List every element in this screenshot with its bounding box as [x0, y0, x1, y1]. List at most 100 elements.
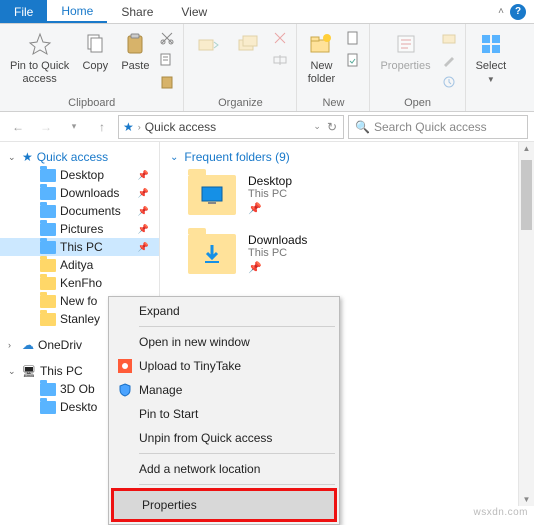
history-icon	[439, 72, 459, 92]
frequent-folder-desktop[interactable]: DesktopThis PC📌	[188, 174, 524, 215]
folder-thumb-icon	[188, 175, 236, 215]
nav-item-quick-access-root[interactable]: ⌄★Quick access	[0, 148, 159, 166]
chevron-right-icon: ›	[138, 122, 141, 132]
help-icon[interactable]: ?	[510, 4, 526, 20]
chevron-down-icon[interactable]: ⌄	[313, 121, 321, 132]
nav-up-button[interactable]: ↑	[90, 115, 114, 139]
new-folder-button[interactable]: New folder	[303, 28, 339, 88]
cloud-icon: ☁	[22, 338, 34, 352]
nav-recent-button[interactable]: ▾	[62, 115, 86, 139]
context-menu-label: Upload to TinyTake	[139, 359, 241, 373]
nav-item-label: KenFho	[60, 276, 102, 290]
pin-to-quick-access-button[interactable]: Pin to Quick access	[6, 28, 73, 88]
address-bar-row: ← → ▾ ↑ ★ › Quick access ⌄ ↻ 🔍 Search Qu…	[0, 112, 534, 142]
edit-icon	[439, 50, 459, 70]
pin-icon: 📌	[248, 202, 292, 215]
quick-access-star-icon: ★	[123, 120, 134, 134]
context-menu-separator	[139, 453, 335, 454]
context-menu-label: Open in new window	[139, 335, 250, 349]
tinytake-icon	[117, 358, 133, 374]
nav-item-label: 3D Ob	[60, 382, 95, 396]
scrollbar-thumb[interactable]	[521, 160, 532, 230]
delete-icon	[270, 28, 290, 48]
address-bar[interactable]: ★ › Quick access ⌄ ↻	[118, 115, 344, 139]
context-menu-separator	[139, 484, 335, 485]
move-to-icon	[194, 30, 222, 58]
vertical-scrollbar[interactable]: ▲ ▼	[518, 142, 534, 506]
expander-icon[interactable]: ›	[8, 340, 18, 350]
cut-icon[interactable]	[157, 28, 177, 48]
ribbon-group-clipboard: Pin to Quick access Copy Paste Clipboard	[0, 24, 184, 111]
nav-item-label: Deskto	[60, 400, 97, 414]
context-menu-pin-to-start[interactable]: Pin to Start	[111, 402, 337, 426]
context-menu-expand[interactable]: Expand	[111, 299, 337, 323]
expander-icon[interactable]: ⌄	[8, 366, 18, 377]
pin-icon	[26, 30, 54, 58]
folder-icon	[40, 277, 56, 290]
search-input[interactable]: 🔍 Search Quick access	[348, 115, 528, 139]
new-item-icon[interactable]	[343, 28, 363, 48]
collapse-ribbon-button[interactable]: ˄	[498, 6, 504, 17]
file-tab[interactable]: File	[0, 0, 47, 23]
folder-icon	[40, 295, 56, 308]
properties-button: Properties	[376, 28, 434, 75]
copy-button[interactable]: Copy	[77, 28, 113, 75]
nav-item-aditya[interactable]: Aditya	[0, 256, 159, 274]
new-folder-icon	[307, 30, 335, 58]
select-button[interactable]: Select ▼	[472, 28, 511, 86]
context-menu-properties[interactable]: Properties	[114, 491, 334, 519]
ribbon-group-select: Select ▼	[466, 24, 517, 111]
tab-home[interactable]: Home	[47, 0, 107, 23]
ribbon-group-new: New folder New	[297, 24, 370, 111]
ribbon-group-organize: Organize	[184, 24, 297, 111]
easy-access-icon[interactable]	[343, 50, 363, 70]
nav-item-pictures[interactable]: Pictures📌	[0, 220, 159, 238]
context-menu-manage[interactable]: Manage	[111, 378, 337, 402]
nav-item-kenfho[interactable]: KenFho	[0, 274, 159, 292]
select-icon	[477, 30, 505, 58]
copy-path-icon[interactable]	[157, 50, 177, 70]
nav-back-button[interactable]: ←	[6, 115, 30, 139]
pin-icon: 📌	[248, 261, 307, 274]
nav-item-documents[interactable]: Documents📌	[0, 202, 159, 220]
frequent-folder-downloads[interactable]: DownloadsThis PC📌	[188, 233, 524, 274]
tab-view[interactable]: View	[167, 0, 221, 23]
nav-item-this-pc-qa[interactable]: This PC📌	[0, 238, 159, 256]
rename-icon	[270, 50, 290, 70]
folder-icon	[40, 223, 56, 236]
chevron-down-icon: ⌄	[170, 152, 178, 163]
nav-item-label: This PC	[40, 364, 83, 378]
folder-icon	[40, 169, 56, 182]
pc-icon: 🖥	[22, 365, 36, 378]
search-icon: 🔍	[355, 120, 370, 134]
context-menu-unpin-qa[interactable]: Unpin from Quick access	[111, 426, 337, 450]
folder-icon	[40, 259, 56, 272]
nav-item-label: This PC	[60, 240, 103, 254]
context-menu-open-new-window[interactable]: Open in new window	[111, 330, 337, 354]
move-to-button	[190, 28, 226, 60]
nav-item-label: Aditya	[60, 258, 93, 272]
nav-forward-button: →	[34, 115, 58, 139]
context-menu-label: Unpin from Quick access	[139, 431, 272, 445]
breadcrumb[interactable]: Quick access	[145, 120, 216, 134]
shield-icon	[117, 382, 133, 398]
folder-location: This PC	[248, 188, 292, 200]
chevron-down-icon: ▼	[487, 75, 495, 84]
paste-button[interactable]: Paste	[117, 28, 153, 75]
open-icon	[439, 28, 459, 48]
nav-item-desktop[interactable]: Desktop 📌	[0, 166, 159, 184]
paste-shortcut-icon[interactable]	[157, 72, 177, 92]
context-menu-separator	[139, 326, 335, 327]
paste-icon	[121, 30, 149, 58]
context-menu-add-network[interactable]: Add a network location	[111, 457, 337, 481]
nav-item-label: Pictures	[60, 222, 103, 236]
context-menu-label: Pin to Start	[139, 407, 198, 421]
refresh-icon[interactable]: ↻	[327, 120, 337, 134]
pin-icon: 📌	[138, 170, 149, 181]
tab-share[interactable]: Share	[107, 0, 167, 23]
context-menu-upload-tinytake[interactable]: Upload to TinyTake	[111, 354, 337, 378]
expander-icon[interactable]: ⌄	[8, 152, 18, 163]
nav-item-downloads[interactable]: Downloads📌	[0, 184, 159, 202]
frequent-folders-header[interactable]: ⌄ Frequent folders (9)	[170, 150, 524, 164]
nav-item-label: Desktop	[60, 168, 104, 182]
